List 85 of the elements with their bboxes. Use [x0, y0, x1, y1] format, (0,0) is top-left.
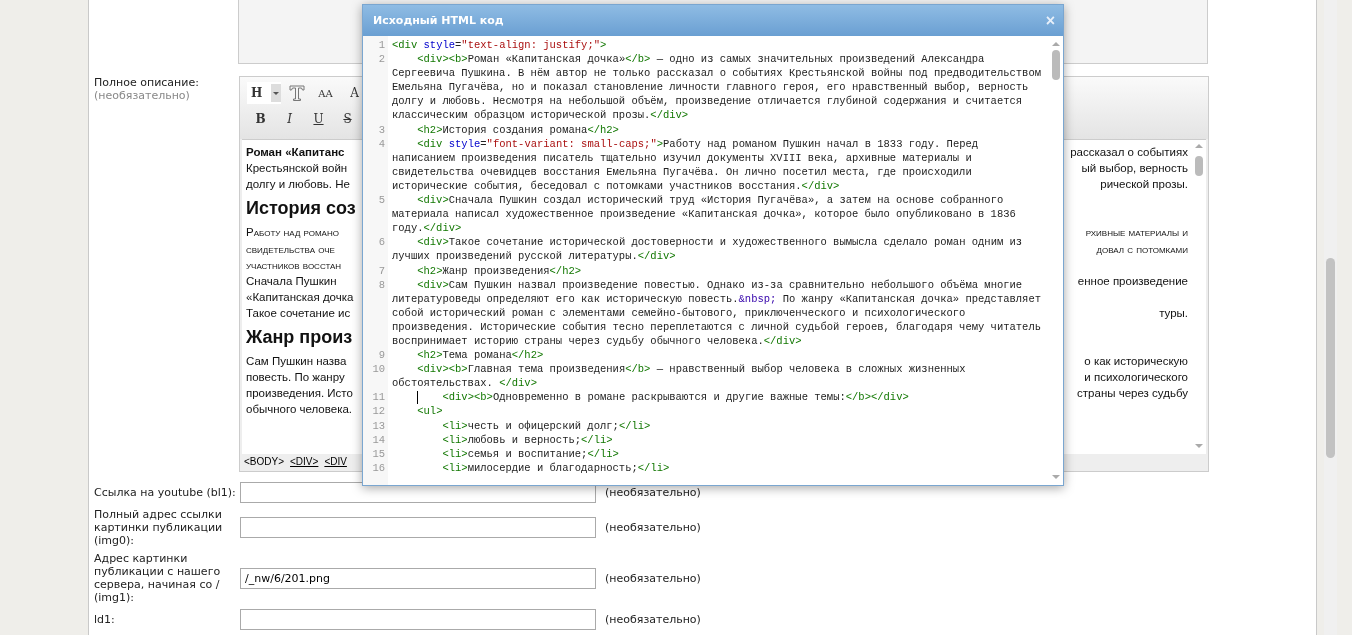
code-line: <h2>История создания романа</h2>: [417, 123, 619, 136]
paragraph-text: долгу и любовь. Не: [246, 177, 350, 192]
paragraph-text: и психологического: [1084, 370, 1188, 385]
optional-hint: (необязательно): [605, 613, 701, 626]
line-number: 8: [377, 277, 386, 293]
bold-button[interactable]: B: [247, 108, 274, 130]
code-line: <li>любовь и верность;</li>: [442, 433, 613, 446]
outlined-t-icon: [288, 85, 305, 101]
optional-hint: (необязательно): [605, 521, 701, 534]
field-label: Ссылка на youtube (bl1):: [93, 486, 237, 499]
code-line: <div><b>Одновременно в романе раскрываются и другие важные темы:</b></div>: [442, 391, 909, 404]
paragraph-text: рической прозы.: [1100, 177, 1188, 192]
optional-hint: (необязательно): [605, 486, 701, 499]
line-number: 10: [371, 362, 386, 378]
code-line: <ul>: [417, 405, 443, 418]
line-number: 4: [377, 136, 386, 152]
field-label: Полный адрес ссылки картинки публикации (img0):: [93, 508, 224, 547]
path-link[interactable]: <DIV>: [290, 456, 319, 469]
code-line: <h2>Жанр произведения</h2>: [417, 264, 582, 277]
paragraph-text: о как историческую: [1084, 354, 1188, 369]
paragraph-text: довал с потомками: [1096, 242, 1188, 257]
code-line: <li>честь и офицерский долг;</li>: [442, 419, 651, 432]
code-line: <li>милосердие и благодарность;</li>: [442, 461, 670, 474]
paragraph-text: обычного человека.: [246, 402, 352, 417]
case-button[interactable]: A: [341, 82, 368, 104]
paragraph-text: страны через судьбу: [1077, 386, 1188, 401]
code-line: <div><b>Роман «Капитанская дочка»</b> — одно из самых значительных произведений Александра Сергеевича Пушкина. В нём автор не только рассказал о событиях Крестьянской войны под предводительством Емельяна Пугачёва, но и показал становление личности главного героя, его нравственный выбор, верность долгу и любовь. Несмотря на небольшой объём, произведение отличается глубиной содержания и считается классическим образцом исторической прозы.</div>: [392, 53, 1042, 122]
optional-hint: (необязательно): [605, 571, 701, 585]
line-number: 11: [371, 390, 386, 405]
code-line: <div style="font-variant: small-caps;">Работу над романом Пушкин начал в 1833 году. Перед написанием произведения писатель тщательно изучил документы XVIII века, архивные материалы и свидетельства очевидцев восстания Емельяна Пугачёва. Он лично посетил места, где происходили исторические события, беседовал с потомками участников восстания.</div>: [392, 137, 980, 192]
input-field[interactable]: [240, 517, 596, 538]
paragraph-text: Роман «Капитанс: [246, 145, 345, 160]
caret-icon[interactable]: [271, 84, 281, 102]
dialog-title: Исходный HTML код: [373, 14, 504, 27]
code-line: <h2>Тема романа</h2>: [417, 349, 544, 362]
paragraph-text: Такое сочетание ис: [246, 306, 351, 321]
line-number: 3: [377, 122, 386, 137]
code-line: <div>Такое сочетание исторической достоверности и художественного вымысла сделало роман одним из лучших произведений русской литературы.</div>: [392, 236, 1024, 263]
line-number: 2: [377, 52, 386, 68]
paragraph-text: произведения. Исто: [246, 386, 353, 401]
code-line: <div><b>Главная тема произведения</b> — нравственный выбор человека в сложных жизненных обстоятельствах. </div>: [392, 363, 967, 390]
paragraph-text: Работу над романо: [246, 225, 339, 240]
smallcaps-button[interactable]: AA: [312, 82, 339, 104]
line-number: 9: [377, 348, 386, 363]
input-field[interactable]: /_nw/6/201.png: [240, 567, 596, 589]
paragraph-text: енное произведение: [1077, 274, 1188, 289]
code-line: <div style="text-align: justify;">: [392, 39, 607, 51]
paragraph-text: участников восстан: [246, 258, 342, 273]
line-number: 13: [371, 418, 386, 433]
paragraph-text: рхивные материалы и: [1085, 225, 1188, 240]
paragraph-text: повесть. По жанру: [246, 370, 345, 385]
code-line: <div>Сначала Пушкин создал исторический труд «История Пугачёва», а затем на основе собранного материала написал художественное произведение «Капитанская дочка», которое было опубликовано в 1836 году.</div>: [392, 194, 1017, 235]
field-label: Полное описание:: [94, 76, 200, 89]
paragraph-text: «Капитанская дочка: [246, 290, 354, 305]
page-scrollbar[interactable]: [1324, 0, 1337, 635]
optional-hint: (необязательно): [94, 89, 191, 102]
line-number: 16: [371, 460, 386, 475]
code-line: <li>семья и воспитание;</li>: [442, 447, 619, 460]
path-link[interactable]: <DIV: [324, 456, 347, 469]
heading-text: История соз: [246, 197, 356, 220]
field-label: ld1:: [93, 613, 116, 626]
heading-text: Жанр произ: [246, 326, 353, 349]
paragraph-text: ый выбор, верность: [1081, 161, 1188, 176]
strike-button[interactable]: S: [334, 108, 361, 130]
paragraph-text: Сам Пушкин назва: [246, 354, 347, 369]
paragraph-text: рассказал о событиях: [1070, 145, 1188, 160]
line-number: 1: [377, 38, 386, 53]
code-line: <div>Сам Пушкин назвал произведение повестью. Однако из-за сравнительно небольшого объёма многие литературоведы определяют его как историческую повесть.&nbsp; По жанру «Капитанская дочка» представляет собой исторический роман с элементами семейно-бытового, приключенческого и психологического произведения. Исторические события тесно переплетаются с личной судьбой героев, благодаря чему читатель воспринимает историю страны через судьбу обычного человека.</div>: [392, 278, 1043, 347]
heading-button[interactable]: H: [247, 82, 281, 104]
line-number: 14: [371, 432, 386, 447]
line-number: 6: [377, 235, 386, 251]
line-number: 12: [371, 404, 386, 419]
line-number: 7: [377, 263, 386, 278]
italic-button[interactable]: I: [276, 108, 303, 130]
paragraph-text: Крестьянской войн: [246, 161, 348, 176]
paragraph-text: Сначала Пушкин: [246, 274, 337, 289]
text-cursor: [417, 391, 419, 405]
field-label: Адрес картинки публикации с нашего сервера, начиная со / (img1):: [93, 552, 222, 604]
paragraph-text: туры.: [1159, 306, 1188, 321]
line-number: 15: [371, 446, 386, 461]
paragraph-text: свидетельства оче: [246, 242, 335, 257]
input-field[interactable]: [240, 609, 596, 630]
path-link[interactable]: <BODY>: [244, 456, 285, 469]
line-number: 5: [377, 193, 386, 209]
underline-button[interactable]: U: [305, 108, 332, 130]
